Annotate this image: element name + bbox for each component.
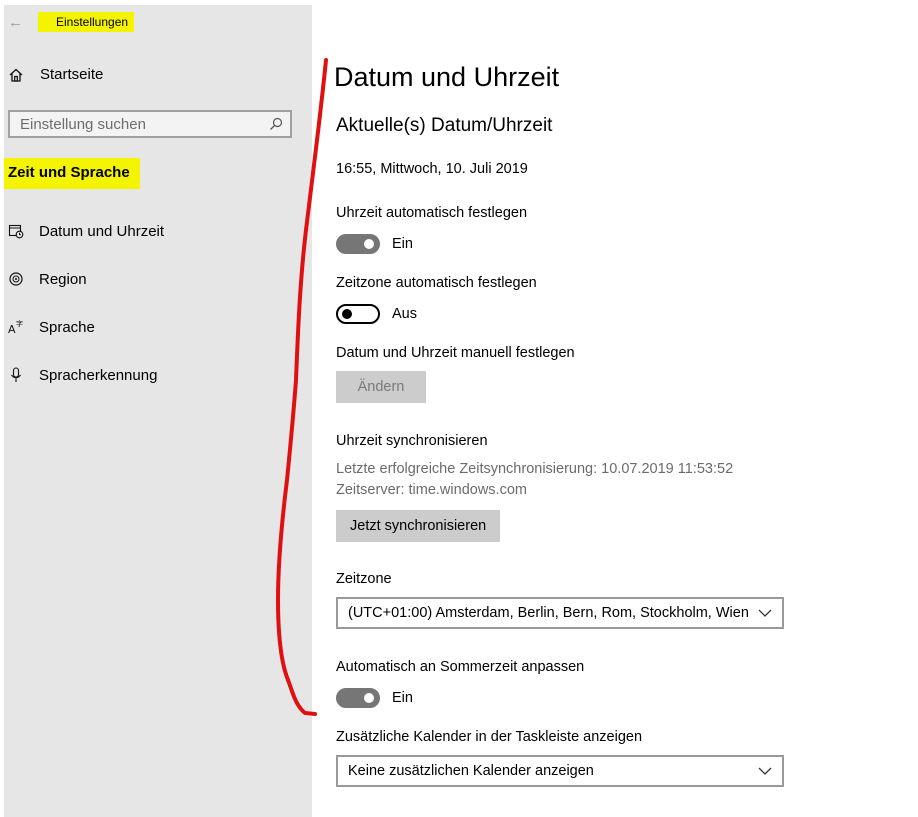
section-title: Zeit und Sprache <box>4 158 140 189</box>
time-server-text: Zeitserver: time.windows.com <box>336 482 527 498</box>
sidebar-item-speech[interactable]: Spracherkennung <box>8 363 157 387</box>
dst-toggle-row[interactable]: Ein <box>336 688 413 708</box>
calendar-select[interactable]: Keine zusätzlichen Kalender anzeigen <box>336 755 784 787</box>
auto-timezone-toggle[interactable] <box>336 304 380 324</box>
dst-toggle[interactable] <box>336 688 380 708</box>
svg-text:字: 字 <box>16 319 23 328</box>
microphone-icon <box>8 367 24 383</box>
calendar-clock-icon <box>8 223 24 239</box>
timezone-value: (UTC+01:00) Amsterdam, Berlin, Bern, Rom… <box>348 605 749 621</box>
dst-label: Automatisch an Sommerzeit anpassen <box>336 659 585 675</box>
auto-timezone-label: Zeitzone automatisch festlegen <box>336 275 537 291</box>
sidebar-item-label: Sprache <box>39 318 95 336</box>
sidebar-item-date-time[interactable]: Datum und Uhrzeit <box>8 219 164 243</box>
timezone-label: Zeitzone <box>336 571 392 587</box>
back-arrow-icon[interactable]: ← <box>8 14 28 31</box>
svg-text:A: A <box>8 323 16 335</box>
title-bar: ← Einstellungen <box>6 10 135 34</box>
sidebar-item-label: Datum und Uhrzeit <box>39 222 165 240</box>
change-button[interactable]: Ändern <box>336 371 426 403</box>
auto-time-label: Uhrzeit automatisch festlegen <box>336 205 528 221</box>
current-datetime-value: 16:55, Mittwoch, 10. Juli 2019 <box>336 161 528 177</box>
dst-state: Ein <box>392 690 413 706</box>
home-icon <box>9 68 23 82</box>
sidebar-item-label: Spracherkennung <box>39 366 158 384</box>
auto-timezone-toggle-row[interactable]: Aus <box>336 304 417 324</box>
search-input[interactable] <box>10 115 266 133</box>
current-datetime-heading: Aktuelle(s) Datum/Uhrzeit <box>336 115 553 136</box>
chevron-down-icon <box>758 609 772 617</box>
timezone-select[interactable]: (UTC+01:00) Amsterdam, Berlin, Bern, Rom… <box>336 597 784 629</box>
language-icon: A 字 <box>8 319 24 335</box>
sidebar-item-region[interactable]: Region <box>8 267 87 291</box>
window-title: Einstellungen <box>38 12 135 32</box>
chevron-down-icon <box>758 767 772 775</box>
search-box[interactable] <box>8 110 292 138</box>
globe-icon <box>8 271 24 287</box>
calendar-value: Keine zusätzlichen Kalender anzeigen <box>348 763 594 779</box>
sidebar-item-label: Startseite <box>40 66 104 83</box>
search-icon[interactable] <box>266 117 286 131</box>
sidebar-item-language[interactable]: A 字 Sprache <box>8 315 95 339</box>
auto-timezone-state: Aus <box>392 306 417 322</box>
sidebar-item-home[interactable]: Startseite <box>8 66 103 83</box>
calendar-label: Zusätzliche Kalender in der Taskleiste a… <box>336 729 643 745</box>
sync-heading: Uhrzeit synchronisieren <box>336 433 488 449</box>
auto-time-toggle[interactable] <box>336 234 380 254</box>
auto-time-toggle-row[interactable]: Ein <box>336 234 413 254</box>
sidebar-item-label: Region <box>39 270 87 288</box>
sync-now-button[interactable]: Jetzt synchronisieren <box>336 510 501 542</box>
page-title: Datum und Uhrzeit <box>334 62 560 92</box>
last-sync-text: Letzte erfolgreiche Zeitsynchronisierung… <box>336 461 734 477</box>
manual-datetime-label: Datum und Uhrzeit manuell festlegen <box>336 345 575 361</box>
auto-time-state: Ein <box>392 236 413 252</box>
